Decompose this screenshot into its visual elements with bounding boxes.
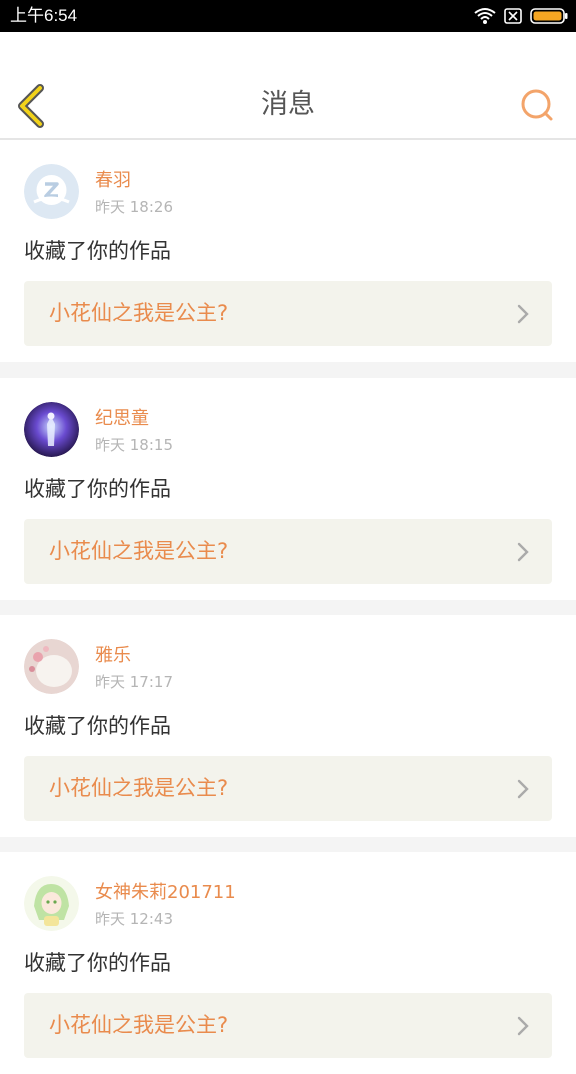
status-bar: 上午6:54 (0, 0, 576, 32)
sender-name[interactable]: 纪思童 (95, 408, 149, 430)
message-action: 收藏了你的作品 (24, 714, 171, 738)
no-sim-icon (504, 8, 522, 24)
app-header: 消息 (0, 32, 576, 140)
avatar[interactable] (24, 876, 79, 931)
message-card[interactable]: 雅乐 昨天 17:17 收藏了你的作品 小花仙之我是公主? (0, 615, 576, 837)
message-card[interactable]: 纪思童 昨天 18:15 收藏了你的作品 小花仙之我是公主? (0, 378, 576, 600)
work-link[interactable]: 小花仙之我是公主? (24, 993, 552, 1058)
chevron-right-icon (516, 541, 530, 563)
work-title: 小花仙之我是公主? (49, 1013, 229, 1037)
message-time: 昨天 18:26 (95, 198, 173, 216)
message-action: 收藏了你的作品 (24, 239, 171, 263)
work-title: 小花仙之我是公主? (49, 301, 229, 325)
chevron-right-icon (516, 778, 530, 800)
message-card[interactable]: 女神朱莉201711 昨天 12:43 收藏了你的作品 小花仙之我是公主? (0, 852, 576, 1074)
message-action: 收藏了你的作品 (24, 951, 171, 975)
status-time: 上午6:54 (10, 6, 78, 25)
message-time: 昨天 12:43 (95, 910, 173, 928)
avatar[interactable] (24, 164, 79, 219)
chevron-right-icon (516, 1015, 530, 1037)
work-link[interactable]: 小花仙之我是公主? (24, 519, 552, 584)
sender-name[interactable]: 春羽 (95, 170, 131, 192)
message-time: 昨天 18:15 (95, 436, 173, 454)
work-title: 小花仙之我是公主? (49, 539, 229, 563)
work-title: 小花仙之我是公主? (49, 776, 229, 800)
wifi-icon (474, 7, 496, 25)
chevron-right-icon (516, 303, 530, 325)
status-icons (474, 6, 568, 26)
avatar[interactable] (24, 639, 79, 694)
work-link[interactable]: 小花仙之我是公主? (24, 281, 552, 346)
message-card[interactable]: 春羽 昨天 18:26 收藏了你的作品 小花仙之我是公主? (0, 140, 576, 362)
sender-name[interactable]: 雅乐 (95, 645, 131, 667)
avatar[interactable] (24, 402, 79, 457)
sender-name[interactable]: 女神朱莉201711 (95, 882, 236, 904)
page-title: 消息 (261, 89, 315, 120)
message-time: 昨天 17:17 (95, 673, 173, 691)
work-link[interactable]: 小花仙之我是公主? (24, 756, 552, 821)
battery-icon (530, 8, 568, 24)
search-icon[interactable] (520, 88, 554, 122)
message-action: 收藏了你的作品 (24, 477, 171, 501)
